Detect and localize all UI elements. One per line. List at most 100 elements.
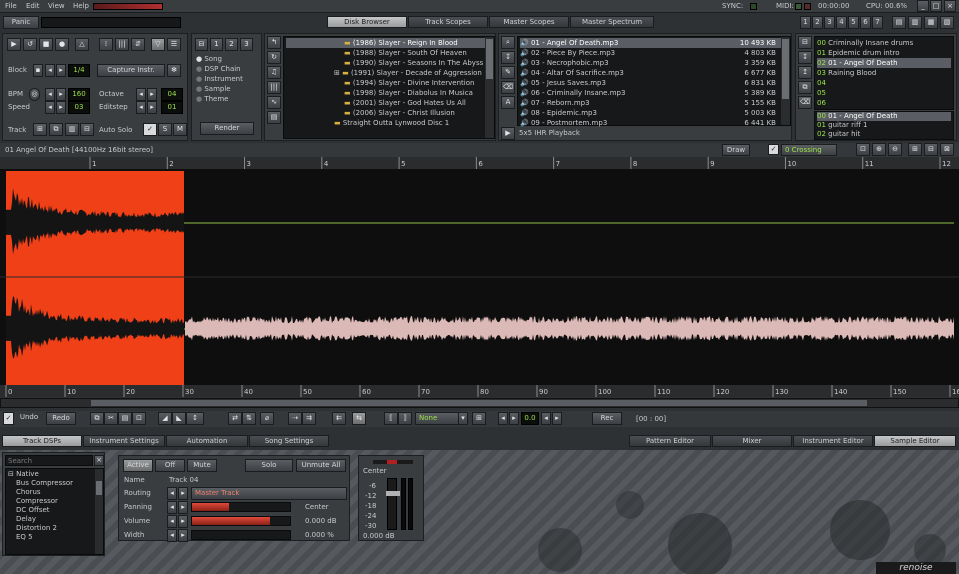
waveform-area[interactable]: 1 2 3 4 5 6 7 8 9 10 11 12 0 10 20 30 40 50 60 70 80 90 100 11… (0, 157, 959, 397)
file-delete-icon[interactable]: ⌫ (501, 81, 515, 94)
instrument-open-icon[interactable]: ↧ (798, 51, 812, 64)
file-item[interactable]: 🔊 08 - Epidemic.mp3 5 003 KB (520, 108, 788, 118)
file-item[interactable]: 🔊 07 - Reborn.mp3 5 155 KB (520, 98, 788, 108)
normalize-icon[interactable]: ↕ (186, 412, 204, 425)
file-item[interactable]: 🔊 06 - Criminally Insane.mp3 5 389 KB (520, 88, 788, 98)
draw-button[interactable]: Draw (722, 144, 750, 156)
paste-icon[interactable]: ▤ (118, 412, 132, 425)
volume-next-icon[interactable]: ▸ (178, 515, 188, 528)
dsp-item[interactable]: Chorus (8, 488, 101, 497)
snap-icon[interactable]: ⟦ (384, 412, 398, 425)
file-item[interactable]: 🔊 01 - Angel Of Death.mp3 10 493 KB (520, 38, 788, 48)
block-value[interactable]: 1/4 (68, 64, 90, 77)
undo-button[interactable]: Undo (16, 412, 42, 425)
instrument-save-icon[interactable]: ↥ (798, 66, 812, 79)
dsp-scrollbar[interactable] (95, 469, 103, 554)
capture-icon[interactable]: ✻ (167, 64, 181, 77)
tab-disk-browser[interactable]: Disk Browser (327, 16, 407, 28)
render-button[interactable]: Render (200, 122, 254, 135)
capture-instrument-button[interactable]: Capture Instr. (97, 64, 165, 77)
dsp-item[interactable]: Distortion 2 (8, 524, 101, 533)
render-icon-3[interactable]: 2 (225, 38, 238, 51)
loop-forward-icon[interactable]: ⇉ (302, 412, 316, 425)
instrument-item[interactable]: 05 (817, 88, 951, 98)
folder-item[interactable]: ▬ (1988) Slayer - South Of Heaven (286, 48, 492, 58)
midi-in-led[interactable] (795, 3, 802, 10)
instrument-item[interactable]: 01 Epidemic drum intro (817, 48, 951, 58)
render-icon-4[interactable]: 3 (240, 38, 253, 51)
nav-instrument-icon[interactable]: ||| (267, 81, 281, 94)
dsp-item[interactable]: Bus Compressor (8, 479, 101, 488)
panning-next-icon[interactable]: ▸ (178, 501, 188, 514)
zoom-all-icon[interactable]: ⊠ (940, 143, 954, 156)
tab-mixer[interactable]: Mixer (712, 435, 792, 447)
sample-checkbox[interactable]: ✓ (3, 412, 14, 425)
render-icon-2[interactable]: 1 (210, 38, 223, 51)
tab-instrument-editor[interactable]: Instrument Editor (793, 435, 873, 447)
playback-icon[interactable]: ▶ (501, 127, 515, 140)
tab-master-spectrum[interactable]: Master Spectrum (570, 16, 654, 28)
panic-button[interactable]: Panic (3, 16, 39, 29)
nav-refresh-icon[interactable]: ↻ (267, 51, 281, 64)
zoom-fit-icon[interactable]: ⊡ (856, 143, 870, 156)
volume-fader[interactable] (386, 478, 400, 530)
bpm-down-icon[interactable]: ◂ (45, 88, 55, 101)
marker-value[interactable]: 0.0 (521, 412, 539, 425)
tab-track-dsps[interactable]: Track DSPs (2, 435, 82, 447)
folder-item[interactable]: ⊞ ▬ (1991) Slayer - Decade of Aggression (286, 68, 492, 78)
midi-out-led[interactable] (804, 3, 811, 10)
render-icon-1[interactable]: ⊟ (195, 38, 208, 51)
folder-item[interactable]: ▬ (1990) Slayer - Seasons In The Abyss (286, 58, 492, 68)
render-option-theme[interactable]: ● Theme (196, 94, 258, 104)
nav-sample-icon[interactable]: ∿ (267, 96, 281, 109)
track-3-button[interactable]: 3 (824, 16, 835, 29)
menu-icon[interactable]: ☰ (167, 38, 181, 51)
marker-up-icon[interactable]: ▸ (552, 412, 562, 425)
keyboard-icon[interactable]: ||| (115, 38, 129, 51)
dsp-item[interactable]: EQ 5 (8, 533, 101, 542)
cut-icon[interactable]: ✂ (104, 412, 118, 425)
pattern-follow-icon[interactable]: ⁞ (99, 38, 113, 51)
layout-icon-4[interactable]: ▧ (940, 16, 954, 29)
zero-crossing-select[interactable]: 0 Crossing (781, 144, 837, 156)
crop-icon[interactable]: ⊡ (132, 412, 146, 425)
menu-edit[interactable]: Edit (26, 2, 40, 10)
mute-button[interactable]: Mute (187, 459, 217, 472)
zoom-reset-icon[interactable]: ⊟ (924, 143, 938, 156)
close-icon[interactable]: × (944, 0, 956, 12)
autosolo-checkbox[interactable]: ✓ (143, 123, 157, 136)
tab-track-scopes[interactable]: Track Scopes (408, 16, 488, 28)
minimize-icon[interactable]: _ (917, 0, 929, 12)
invert-icon[interactable]: ⇅ (242, 412, 256, 425)
speed-up-icon[interactable]: ▸ (56, 101, 66, 114)
render-option-dsp-chain[interactable]: ● DSP Chain (196, 64, 258, 74)
file-item[interactable]: 🔊 03 - Necrophobic.mp3 3 359 KB (520, 58, 788, 68)
tab-automation[interactable]: Automation (166, 435, 248, 447)
dsp-search-clear-icon[interactable]: × (94, 455, 104, 466)
marker-icon[interactable]: ⊞ (472, 412, 486, 425)
menu-help[interactable]: Help (73, 2, 89, 10)
layout-icon-2[interactable]: ▥ (908, 16, 922, 29)
metronome-icon[interactable]: △ (75, 38, 89, 51)
render-option-song[interactable]: ● Song (196, 54, 258, 64)
play-icon[interactable]: ▶ (7, 38, 21, 51)
volume-slider[interactable] (191, 516, 291, 526)
unmute-all-button[interactable]: Unmute All (296, 459, 346, 472)
scroll-icon[interactable]: ▽ (151, 38, 165, 51)
file-item[interactable]: 🔊 05 - Jesus Saves.mp3 6 831 KB (520, 78, 788, 88)
redo-button[interactable]: Redo (46, 412, 76, 425)
bpm-up-icon[interactable]: ▸ (56, 88, 66, 101)
file-search-icon[interactable]: ⌕ (501, 36, 515, 49)
octave-value[interactable]: 04 (161, 88, 183, 101)
layout-icon-1[interactable]: ▤ (892, 16, 906, 29)
nav-song-icon[interactable]: ♫ (267, 66, 281, 79)
sample-item[interactable]: 01 guitar riff 1 (817, 121, 951, 130)
file-save-icon[interactable]: ↧ (501, 51, 515, 64)
track-7-button[interactable]: 7 (872, 16, 883, 29)
instrument-item[interactable]: 03 Raining Blood (817, 68, 951, 78)
folder-item[interactable]: ▬ (1986) Slayer - Reign In Blood (286, 38, 492, 48)
tab-song-settings[interactable]: Song Settings (249, 435, 329, 447)
instrument-item[interactable]: 04 (817, 78, 951, 88)
track-delete-icon[interactable]: ▥ (65, 123, 79, 136)
editstep-down-icon[interactable]: ◂ (136, 101, 146, 114)
